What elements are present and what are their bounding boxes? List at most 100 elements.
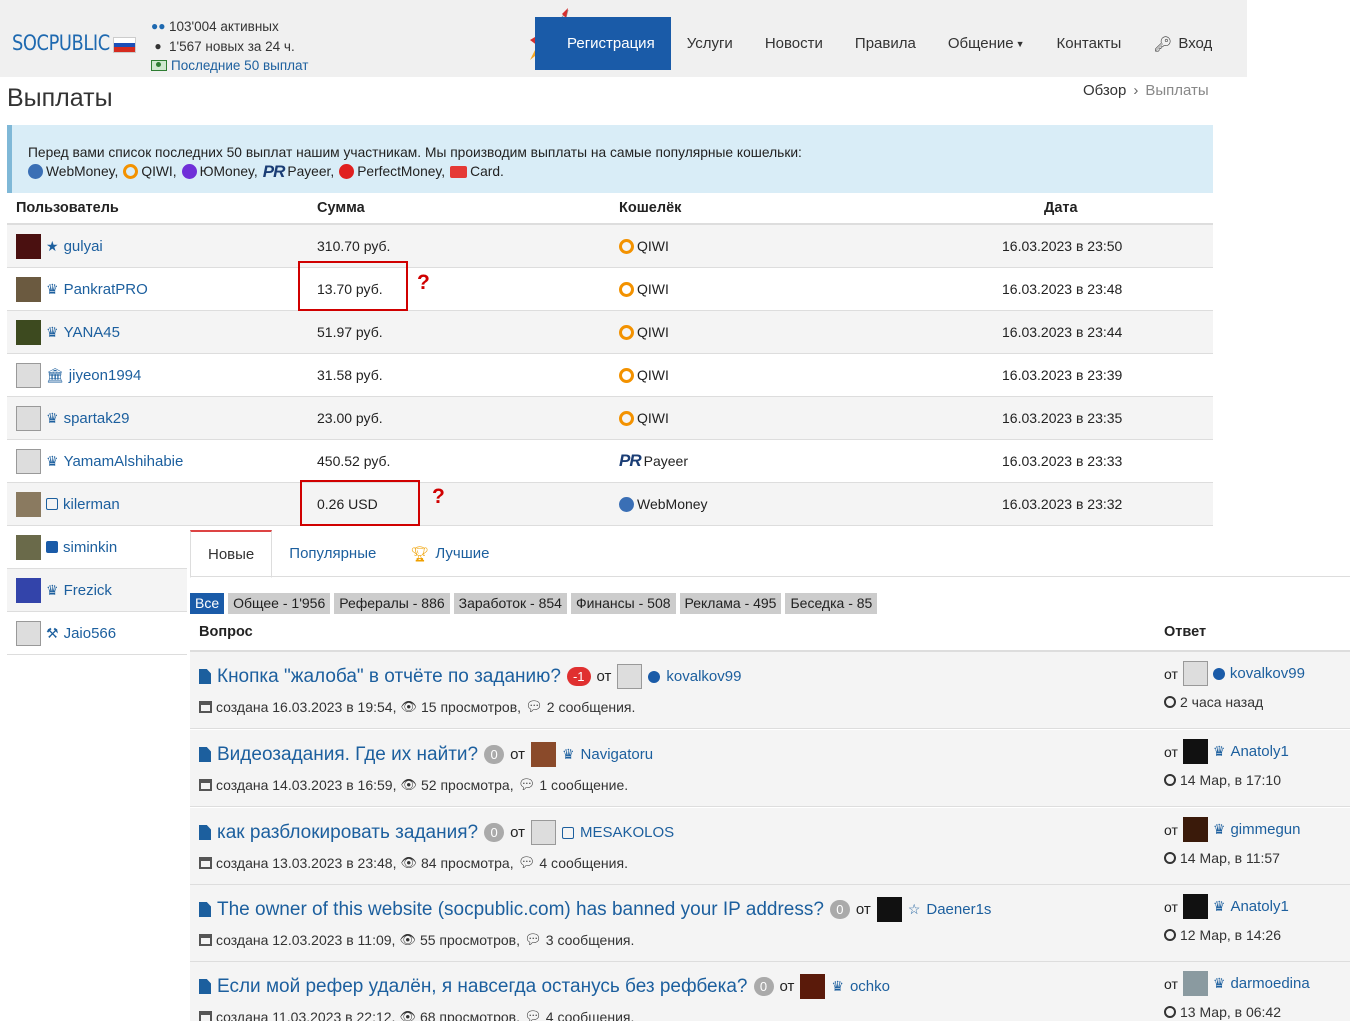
tab-best[interactable]: 🏆︎ Лучшие <box>393 530 506 577</box>
answer-user-link[interactable]: gimmegun <box>1230 821 1300 838</box>
author-link[interactable]: Navigatoru <box>581 746 654 763</box>
nav-login[interactable]: 🔑︎ Вход <box>1137 17 1228 70</box>
nav-communication[interactable]: Общение ▼ <box>932 17 1041 70</box>
created-date: создана 16.03.2023 в 19:54, <box>216 698 397 715</box>
calendar-icon <box>199 1010 212 1021</box>
topic-title[interactable]: Если мой рефер удалён, я навсегда остану… <box>217 976 748 998</box>
avatar[interactable] <box>16 577 41 603</box>
user-icon: ● <box>154 38 162 53</box>
created-date: создана 14.03.2023 в 16:59, <box>216 776 397 793</box>
user-link[interactable]: siminkin <box>63 539 117 556</box>
list-item: ♛ Frezick <box>7 569 187 612</box>
avatar[interactable] <box>16 491 41 517</box>
avatar[interactable] <box>1182 817 1208 842</box>
user-link[interactable]: Frezick <box>64 582 112 599</box>
category-referrals[interactable]: Рефералы - 886 <box>334 593 450 614</box>
date-value: 16.03.2023 в 23:50 <box>1002 238 1123 254</box>
avatar[interactable] <box>16 362 41 388</box>
avatar[interactable] <box>1182 894 1208 919</box>
from-label: от <box>1164 665 1178 682</box>
russian-flag-icon[interactable] <box>113 37 136 53</box>
date-value: 16.03.2023 в 23:48 <box>1002 281 1123 297</box>
avatar[interactable] <box>16 405 41 431</box>
nav-register[interactable]: Регистрация <box>535 17 671 70</box>
category-all[interactable]: Все <box>190 593 225 614</box>
category-earnings[interactable]: Заработок - 854 <box>453 593 567 614</box>
answer-user-link[interactable]: darmoedina <box>1230 975 1309 992</box>
wallet-label: Payeer, <box>287 164 335 179</box>
avatar[interactable] <box>1182 971 1208 996</box>
user-link[interactable]: gulyai <box>64 238 103 255</box>
user-link[interactable]: Jaio566 <box>64 625 117 642</box>
user-link[interactable]: PankratPRO <box>64 281 148 298</box>
qiwi-icon <box>619 410 634 426</box>
user-link[interactable]: spartak29 <box>64 410 130 427</box>
avatar[interactable] <box>1182 661 1208 686</box>
crown-icon: ♛ <box>46 323 59 340</box>
tab-new[interactable]: Новые <box>190 530 273 578</box>
avatar[interactable] <box>16 448 41 474</box>
sum-value: 31.58 руб. <box>317 367 383 383</box>
breadcrumb-root[interactable]: Обзор <box>1083 82 1126 99</box>
answer-user-link[interactable]: Anatoly1 <box>1230 743 1288 760</box>
avatar[interactable] <box>530 820 556 845</box>
topic-title[interactable]: как разблокировать задания? <box>217 822 478 844</box>
table-row: ♛ spartak29 23.00 руб. QIWI 16.03.2023 в … <box>7 397 1213 440</box>
user-link[interactable]: kilerman <box>63 496 120 513</box>
avatar[interactable] <box>530 742 556 767</box>
avatar[interactable] <box>16 534 41 560</box>
user-link[interactable]: YANA45 <box>64 324 120 341</box>
avatar[interactable] <box>1182 739 1208 764</box>
table-row: ♛ PankratPRO 13.70 руб. QIWI 16.03.2023 в… <box>7 268 1213 311</box>
yoomoney-icon <box>181 164 197 179</box>
site-header: SOCPUBLIC ●● 103'004 активных ● 1'567 новы… <box>0 0 1247 77</box>
wallet-list: WebMoney, QIWI, ЮMoney, PR Payeer, Perfec… <box>28 162 1213 181</box>
from-label: от <box>510 824 525 841</box>
rating-badge: 0 <box>484 823 505 842</box>
category-ads[interactable]: Реклама - 495 <box>679 593 782 614</box>
topic-title[interactable]: Видеозадания. Где их найти? <box>217 744 478 766</box>
question-mark-annotation: ? <box>417 271 430 294</box>
chevron-right-icon: › <box>1133 82 1139 99</box>
avatar[interactable] <box>617 664 643 689</box>
topic-title[interactable]: The owner of this website (socpublic.com… <box>217 899 824 921</box>
crown-icon: ♛ <box>1212 898 1226 914</box>
nav-rules[interactable]: Правила <box>839 17 932 70</box>
avatar[interactable] <box>16 233 41 259</box>
qiwi-icon <box>619 324 634 340</box>
tab-popular[interactable]: Популярные <box>272 530 393 577</box>
avatar[interactable] <box>16 620 41 646</box>
last-payouts-link[interactable]: Последние 50 выплат <box>171 56 308 76</box>
author-link[interactable]: kovalkov99 <box>666 668 741 685</box>
user-link[interactable]: jiyeon1994 <box>69 367 142 384</box>
list-item: siminkin <box>7 526 187 569</box>
table-row: ♛ YamamAlshihabie 450.52 руб. PR Payeer 16… <box>7 440 1213 483</box>
author-link[interactable]: MESAKOLOS <box>580 824 674 841</box>
author-link[interactable]: ochko <box>850 978 890 995</box>
wallet-value: QIWI <box>637 324 669 340</box>
qiwi-icon <box>619 367 634 383</box>
wallet-yoomoney: ЮMoney, <box>181 162 258 181</box>
circle-icon <box>1212 667 1225 680</box>
avatar[interactable] <box>800 974 826 999</box>
category-chat[interactable]: Беседка - 85 <box>785 593 878 614</box>
nav-contacts[interactable]: Контакты <box>1041 17 1138 70</box>
nav-services[interactable]: Услуги <box>671 17 749 70</box>
site-logo[interactable]: SOCPUBLIC <box>12 31 110 55</box>
nav-communication-label: Общение <box>947 35 1014 52</box>
avatar[interactable] <box>876 897 902 922</box>
nav-news[interactable]: Новости <box>749 17 839 70</box>
author-link[interactable]: Daener1s <box>926 901 991 918</box>
category-general[interactable]: Общее - 1'956 <box>228 593 331 614</box>
topic-title[interactable]: Кнопка "жалоба" в отчёте по заданию? <box>217 666 561 688</box>
category-finance[interactable]: Финансы - 508 <box>570 593 676 614</box>
crown-icon: ♛ <box>46 581 59 598</box>
avatar[interactable] <box>16 276 41 302</box>
messages-count: 4 сообщения. <box>545 1008 635 1021</box>
answer-user-link[interactable]: kovalkov99 <box>1230 665 1305 682</box>
wallet-value: QIWI <box>637 410 669 426</box>
user-link[interactable]: YamamAlshihabie <box>64 453 184 470</box>
answer-user-link[interactable]: Anatoly1 <box>1230 898 1288 915</box>
avatar[interactable] <box>16 319 41 345</box>
wallet-label: ЮMoney, <box>199 164 258 179</box>
